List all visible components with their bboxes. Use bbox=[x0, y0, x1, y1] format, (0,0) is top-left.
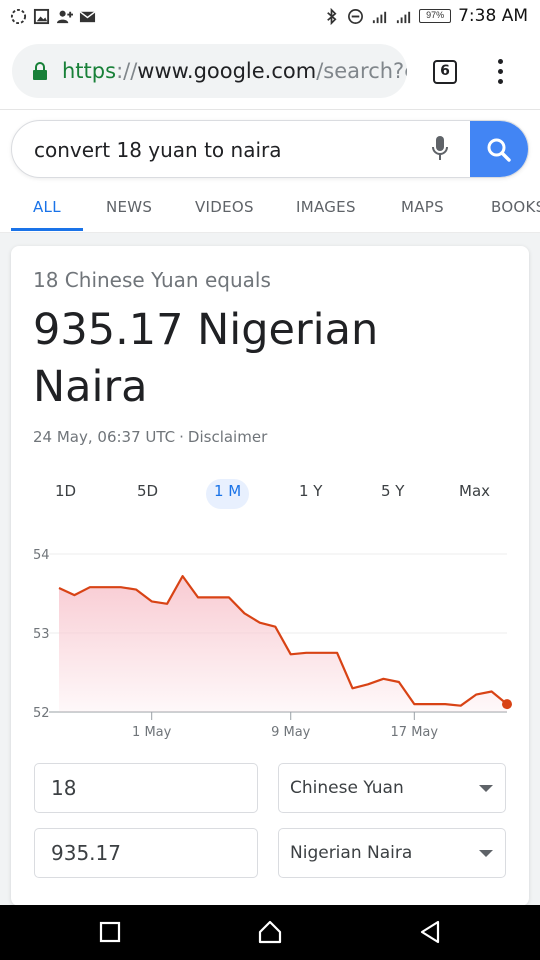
url-host: www.google.com bbox=[137, 59, 317, 83]
disclaimer-link[interactable]: Disclaimer bbox=[188, 428, 267, 446]
add-person-icon bbox=[56, 10, 73, 24]
bluetooth-icon bbox=[327, 7, 337, 25]
tab-news[interactable]: NEWS bbox=[106, 198, 152, 216]
status-notification-icons bbox=[10, 8, 96, 25]
y-tick-label: 53 bbox=[33, 627, 50, 642]
chevron-down-icon bbox=[479, 785, 493, 792]
search-input[interactable]: convert 18 yuan to naira bbox=[34, 138, 281, 162]
from-currency-select[interactable]: Chinese Yuan bbox=[278, 763, 506, 813]
signal-icon bbox=[372, 11, 387, 23]
active-tab-indicator bbox=[11, 228, 83, 231]
signal-icon bbox=[396, 11, 411, 23]
image-icon bbox=[33, 8, 50, 25]
tab-books[interactable]: BOOKS bbox=[491, 198, 540, 216]
to-currency-label: Nigerian Naira bbox=[290, 843, 413, 863]
status-bar: 97% 7:38 AM bbox=[0, 0, 540, 34]
range-1d[interactable]: 1D bbox=[47, 479, 84, 509]
exchange-rate-chart[interactable]: 54 53 52 1 May 9 May 17 May bbox=[11, 542, 529, 752]
tab-videos[interactable]: VIDEOS bbox=[195, 198, 254, 216]
from-currency-label: Chinese Yuan bbox=[290, 778, 404, 798]
status-time: 7:38 AM bbox=[458, 6, 528, 26]
range-5d[interactable]: 5D bbox=[129, 479, 166, 509]
chart-area bbox=[59, 576, 507, 712]
recent-apps-icon[interactable] bbox=[97, 919, 123, 945]
to-amount-input[interactable]: 935.17 bbox=[34, 828, 258, 878]
range-5y[interactable]: 5 Y bbox=[373, 479, 412, 509]
browser-toolbar: https://www.google.com/search?c 6 bbox=[0, 34, 540, 110]
range-selector: 1D 5D 1 M 1 Y 5 Y Max bbox=[11, 473, 529, 509]
range-1m[interactable]: 1 M bbox=[206, 479, 250, 509]
tab-switcher-button[interactable]: 6 bbox=[433, 60, 457, 84]
mail-icon bbox=[79, 11, 96, 23]
chart-last-point bbox=[502, 699, 512, 710]
search-box[interactable]: convert 18 yuan to naira bbox=[11, 120, 529, 178]
x-tick-label: 9 May bbox=[271, 725, 311, 740]
url-path: /search?c bbox=[316, 59, 407, 83]
address-bar[interactable]: https://www.google.com/search?c bbox=[12, 44, 407, 98]
home-icon[interactable] bbox=[257, 919, 283, 945]
range-1y[interactable]: 1 Y bbox=[291, 479, 330, 509]
search-tabs: ALL NEWS VIDEOS IMAGES MAPS BOOKS bbox=[0, 186, 540, 232]
url-separator: :// bbox=[116, 59, 138, 83]
back-icon[interactable] bbox=[417, 919, 443, 945]
chevron-down-icon bbox=[479, 850, 493, 857]
timestamp: 24 May, 06:37 UTC bbox=[33, 428, 176, 446]
battery-indicator: 97% bbox=[419, 9, 452, 23]
conversion-result: 935.17 Nigerian Naira bbox=[33, 305, 379, 412]
microphone-icon[interactable] bbox=[430, 134, 450, 164]
system-navigation-bar bbox=[0, 905, 540, 960]
separator: · bbox=[179, 428, 184, 446]
timestamp-line: 24 May, 06:37 UTC · Disclaimer bbox=[33, 428, 267, 446]
status-system-icons: 97% 7:38 AM bbox=[323, 6, 528, 26]
lock-icon bbox=[33, 62, 47, 80]
to-currency-select[interactable]: Nigerian Naira bbox=[278, 828, 506, 878]
x-tick-label: 17 May bbox=[391, 725, 439, 740]
more-options-icon[interactable] bbox=[490, 56, 510, 88]
tab-images[interactable]: IMAGES bbox=[296, 198, 356, 216]
tab-all[interactable]: ALL bbox=[33, 198, 61, 216]
currency-converter-card: 18 Chinese Yuan equals 935.17 Nigerian N… bbox=[11, 246, 529, 906]
from-amount-input[interactable]: 18 bbox=[34, 763, 258, 813]
search-icon bbox=[487, 138, 511, 162]
do-not-disturb-icon bbox=[348, 8, 364, 24]
x-tick-label: 1 May bbox=[132, 725, 172, 740]
search-button[interactable] bbox=[470, 121, 528, 177]
tab-maps[interactable]: MAPS bbox=[401, 198, 444, 216]
conversion-equals-label: 18 Chinese Yuan equals bbox=[33, 268, 271, 292]
url-text: https://www.google.com/search?c bbox=[62, 59, 407, 83]
range-max[interactable]: Max bbox=[451, 479, 498, 509]
y-tick-label: 52 bbox=[33, 706, 50, 721]
circle-dashed-icon bbox=[10, 8, 27, 25]
url-scheme: https bbox=[62, 59, 117, 83]
y-tick-label: 54 bbox=[33, 548, 50, 563]
